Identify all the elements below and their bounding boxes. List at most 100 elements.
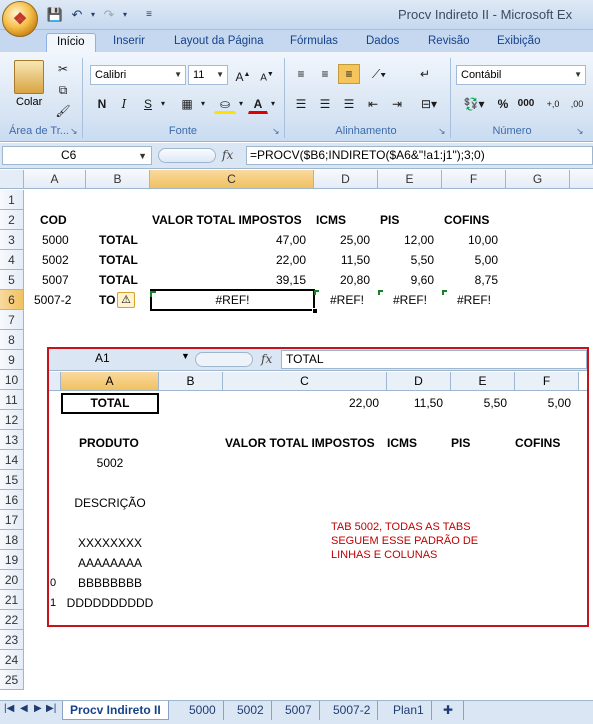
align-right-icon[interactable]: ☰ <box>338 94 360 114</box>
column-header-b[interactable]: B <box>86 170 150 189</box>
row-header[interactable]: 8 <box>0 330 24 350</box>
first-sheet-icon[interactable]: |◀ <box>4 703 14 714</box>
cell-d6[interactable]: #REF! <box>330 290 364 310</box>
formula-input[interactable]: =PROCV($B6;INDIRETO($A6&"!a1:j1");3;0) <box>246 146 593 165</box>
cell-f5[interactable]: 8,75 <box>442 270 498 290</box>
office-button[interactable]: ❖ <box>2 1 38 37</box>
cell-d4[interactable]: 11,50 <box>314 250 370 270</box>
column-header-a[interactable]: A <box>24 170 86 189</box>
row-header[interactable]: 17 <box>0 510 24 530</box>
sheet-tab-procv-indireto-ii[interactable]: Procv Indireto II <box>62 701 169 720</box>
increase-decimal-icon[interactable]: +,0 <box>542 94 564 114</box>
cell-d2[interactable]: ICMS <box>316 210 346 230</box>
cell-e5[interactable]: 9,60 <box>378 270 434 290</box>
row-header[interactable]: 19 <box>0 550 24 570</box>
align-top-icon[interactable]: ≡ <box>290 64 312 84</box>
row-header[interactable]: 15 <box>0 470 24 490</box>
row-header[interactable]: 7 <box>0 310 24 330</box>
borders-icon[interactable]: ▦ <box>176 94 198 114</box>
select-all-corner[interactable] <box>0 170 24 189</box>
column-header-d[interactable]: D <box>314 170 378 189</box>
row-header[interactable]: 18 <box>0 530 24 550</box>
row-header[interactable]: 24 <box>0 650 24 670</box>
row-header[interactable]: 20 <box>0 570 24 590</box>
error-warning-icon[interactable]: ⚠ <box>117 292 135 308</box>
shrink-font-icon[interactable]: A▼ <box>256 65 278 85</box>
align-middle-icon[interactable]: ≡ <box>314 64 336 84</box>
align-left-icon[interactable]: ☰ <box>290 94 312 114</box>
increase-indent-icon[interactable]: ⇥ <box>386 94 408 114</box>
grow-font-icon[interactable]: A▲ <box>232 65 254 85</box>
cell-e6[interactable]: #REF! <box>393 290 427 310</box>
column-header-h[interactable] <box>570 170 593 189</box>
font-color-icon[interactable]: A <box>248 94 268 114</box>
column-header-e[interactable]: E <box>378 170 442 189</box>
clipboard-launcher-icon[interactable]: ↘ <box>70 126 78 137</box>
percent-format-button[interactable]: % <box>494 94 512 114</box>
fill-color-icon[interactable]: ⛀ <box>214 94 236 114</box>
number-format-select[interactable]: Contábil ▼ <box>456 65 586 85</box>
row-header[interactable]: 3 <box>0 230 24 250</box>
italic-icon[interactable]: I <box>114 94 134 114</box>
row-header[interactable]: 12 <box>0 410 24 430</box>
sheet-tab-plan1[interactable]: Plan1 <box>386 701 432 720</box>
paste-label[interactable]: Colar <box>16 96 42 108</box>
row-header[interactable]: 23 <box>0 630 24 650</box>
row-header[interactable]: 5 <box>0 270 24 290</box>
tab-inicio[interactable]: Início <box>46 33 96 52</box>
row-header[interactable]: 14 <box>0 450 24 470</box>
next-sheet-icon[interactable]: ▶ <box>34 703 42 714</box>
tab-exibicao[interactable]: Exibição <box>487 33 550 52</box>
font-color-dropdown-icon[interactable]: ▾ <box>268 94 278 114</box>
cell-e4[interactable]: 5,50 <box>378 250 434 270</box>
font-name-select[interactable]: Calibri ▼ <box>90 65 186 85</box>
cell-d5[interactable]: 20,80 <box>314 270 370 290</box>
tab-dados[interactable]: Dados <box>356 33 409 52</box>
decrease-decimal-icon[interactable]: ,00 <box>566 94 588 114</box>
bold-icon[interactable]: N <box>92 94 112 114</box>
cell-b4[interactable]: TOTAL <box>99 250 138 270</box>
cut-icon[interactable]: ✂ <box>54 59 72 79</box>
row-header[interactable]: 21 <box>0 590 24 610</box>
tab-inserir[interactable]: Inserir <box>103 33 155 52</box>
cell-b6[interactable]: TO <box>99 290 115 310</box>
redo-dropdown-icon[interactable]: ▾ <box>116 6 134 24</box>
cell-c5[interactable]: 39,15 <box>150 270 306 290</box>
font-launcher-icon[interactable]: ↘ <box>272 126 280 137</box>
orientation-icon[interactable]: ⟋▾ <box>364 64 394 84</box>
cell-a6[interactable]: 5007-2 <box>34 290 71 310</box>
cell-a3[interactable]: 5000 <box>42 230 69 250</box>
thousands-separator-button[interactable]: 000 <box>514 94 538 114</box>
cell-e2[interactable]: PIS <box>380 210 399 230</box>
row-header[interactable]: 25 <box>0 670 24 690</box>
tab-revisao[interactable]: Revisão <box>418 33 480 52</box>
decrease-indent-icon[interactable]: ⇤ <box>362 94 384 114</box>
cell-c4[interactable]: 22,00 <box>150 250 306 270</box>
column-header-c[interactable]: C <box>150 170 314 189</box>
row-header[interactable]: 9 <box>0 350 24 370</box>
row-header[interactable]: 11 <box>0 390 24 410</box>
copy-icon[interactable]: ⧉ <box>54 80 72 100</box>
tab-layout[interactable]: Layout da Página <box>164 33 274 52</box>
format-painter-icon[interactable]: 🖌 <box>54 101 72 121</box>
column-header-f[interactable]: F <box>442 170 506 189</box>
row-header[interactable]: 22 <box>0 610 24 630</box>
cell-e3[interactable]: 12,00 <box>378 230 434 250</box>
sheet-tab-5000[interactable]: 5000 <box>182 701 224 720</box>
cell-c6[interactable]: #REF! <box>150 290 315 310</box>
cell-f4[interactable]: 5,00 <box>442 250 498 270</box>
number-launcher-icon[interactable]: ↘ <box>576 126 584 137</box>
save-icon[interactable]: 💾 <box>46 6 64 24</box>
cell-d3[interactable]: 25,00 <box>314 230 370 250</box>
merge-center-icon[interactable]: ⊟▾ <box>414 94 444 114</box>
align-bottom-icon[interactable]: ≡ <box>338 64 360 84</box>
sheet-tab-5002[interactable]: 5002 <box>230 701 272 720</box>
sheet-tab-5007-2[interactable]: 5007-2 <box>326 701 379 720</box>
prev-sheet-icon[interactable]: ◀ <box>20 703 28 714</box>
underline-icon[interactable]: S <box>138 94 158 114</box>
row-header[interactable]: 1 <box>0 190 24 210</box>
font-size-select[interactable]: 11 ▼ <box>188 65 228 85</box>
cell-a4[interactable]: 5002 <box>42 250 69 270</box>
cell-f6[interactable]: #REF! <box>457 290 491 310</box>
row-header[interactable]: 6 <box>0 290 24 310</box>
